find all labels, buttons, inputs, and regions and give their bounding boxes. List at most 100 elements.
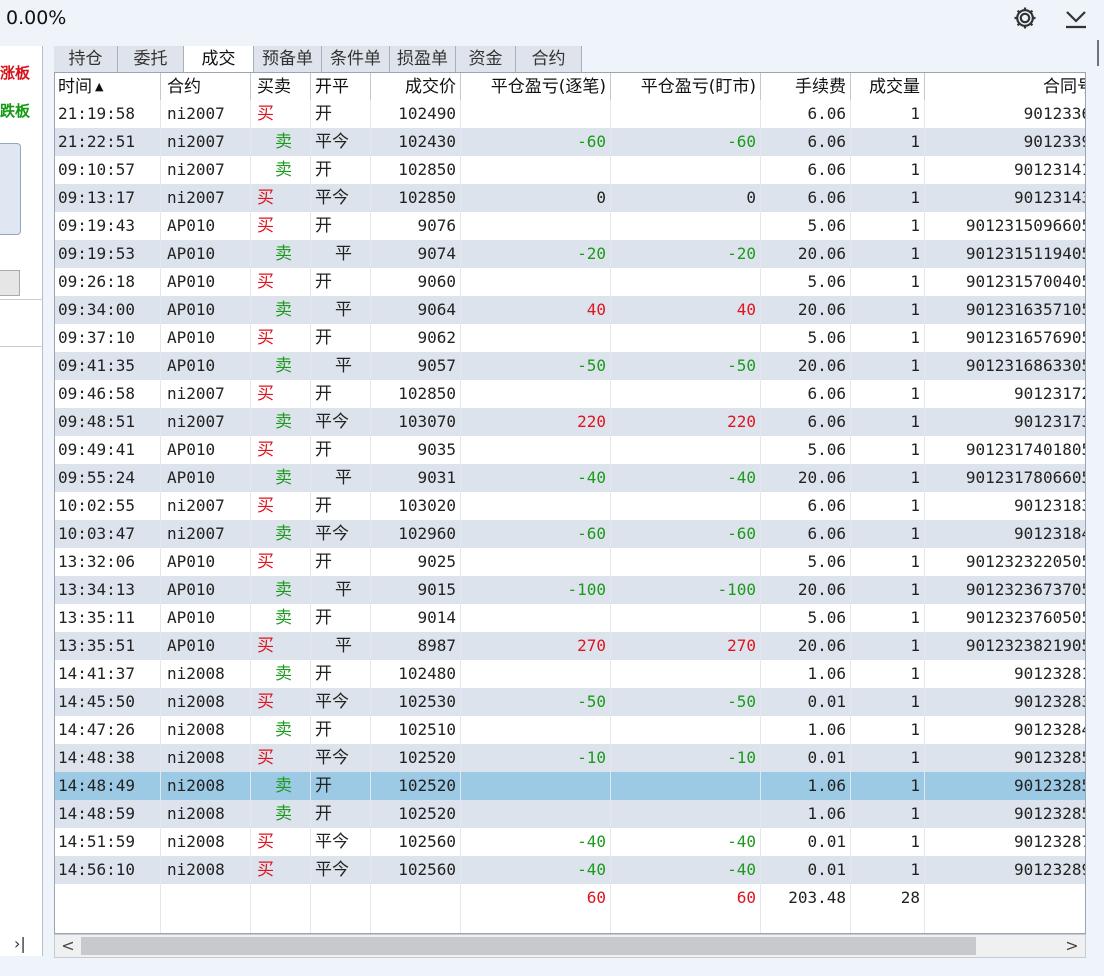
tab-6[interactable]: 资金	[456, 46, 516, 72]
table-row[interactable]: 21:22:51 ni2007 卖平今 102430 -60 -60 6.06 1 901233…	[55, 128, 1085, 156]
tab-bar: 持仓 委托 成交 预备单 条件单 损盈单 资金 合约	[54, 46, 1100, 72]
table-row[interactable]: 09:46:58ni2007买开102850 6.06190123172268	[55, 380, 1085, 408]
gear-icon[interactable]	[1012, 5, 1038, 31]
cell-order-id: 90123283725	[925, 688, 1085, 716]
left-panel: 涨板 跌板	[0, 46, 43, 956]
table-row[interactable]: 13:35:11AP010卖开9014 5.0619012323760505220	[55, 604, 1085, 632]
cell-volume: 1	[851, 464, 925, 492]
cell-pnl-trade	[461, 800, 611, 828]
tab-5[interactable]: 损盈单	[390, 46, 456, 72]
cell-offset: 平今	[311, 828, 371, 856]
table-row[interactable]: 10:03:47 ni2007 卖平今 102960 -60 -60 6.06 1 901231…	[55, 520, 1085, 548]
table-row[interactable]: 21:19:58ni2007买开102490 6.0619012336067	[55, 100, 1085, 128]
table-row[interactable]: 14:51:59 ni2008 买平今 102560 -40 -40 0.01 1 901232…	[55, 828, 1085, 856]
cell-fee: 5.06	[761, 324, 851, 352]
table-row[interactable]: 09:10:57ni2007卖开102850 6.06190123141369	[55, 156, 1085, 184]
cell-volume: 1	[851, 184, 925, 212]
column-header-2[interactable]: 买卖	[251, 73, 311, 100]
cell-volume: 1	[851, 548, 925, 576]
cell-pnl-mark	[611, 324, 761, 352]
cell-time	[55, 884, 161, 912]
table-row[interactable]: 10:02:55ni2007买开103020 6.06190123183562	[55, 492, 1085, 520]
column-header-label: 平仓盈亏(盯市)	[640, 77, 756, 97]
column-header-1[interactable]: 合约	[161, 73, 251, 100]
cell-price: 9015	[371, 576, 461, 604]
column-header-label: 成交量	[869, 77, 920, 97]
cell-offset: 开	[311, 716, 371, 744]
tab-3[interactable]: 预备单	[254, 46, 322, 72]
cell-time: 14:41:37	[55, 660, 161, 688]
table-row[interactable]: 14:48:59ni2008卖开102520 1.06190123285515	[55, 800, 1085, 828]
table-row[interactable]: 14:41:37ni2008卖开102480 1.06190123281111	[55, 660, 1085, 688]
table-row[interactable]: 09:19:53 AP010 卖平 9074 -20 -20 20.06 1 901231511…	[55, 240, 1085, 268]
column-header-8[interactable]: 成交量	[851, 73, 925, 100]
empty-cell	[851, 912, 925, 933]
scroll-right-icon[interactable]: >	[1062, 935, 1082, 957]
cell-direction: 卖	[251, 772, 311, 800]
table-row[interactable]: 09:41:35 AP010 卖平 9057 -50 -50 20.06 1 901231686…	[55, 352, 1085, 380]
cell-pnl-mark: -50	[611, 352, 761, 380]
panel-button[interactable]	[0, 270, 20, 296]
cell-pnl-trade: 40	[461, 296, 611, 324]
cell-contract: ni2008	[161, 856, 251, 884]
column-header-4[interactable]: 成交价	[371, 73, 461, 100]
order-panel-box[interactable]	[0, 143, 21, 235]
cell-pnl-trade	[461, 436, 611, 464]
table-row[interactable]: 14:47:26ni2008卖开102510 1.06190123284281	[55, 716, 1085, 744]
column-header-6[interactable]: 平仓盈亏(盯市)	[611, 73, 761, 100]
cell-volume: 1	[851, 128, 925, 156]
cell-order-id: 90123285515	[925, 800, 1085, 828]
table-row[interactable]: 09:13:17ni2007买平今102850006.0619012314396…	[55, 184, 1085, 212]
cell-contract: ni2007	[161, 408, 251, 436]
tab-0[interactable]: 持仓	[54, 46, 118, 72]
cell-fee: 1.06	[761, 772, 851, 800]
table-row[interactable]: 09:19:43AP010买开9076 5.0619012315096605220	[55, 212, 1085, 240]
table-row[interactable]: 14:48:49ni2008卖开102520 1.06190123285478	[55, 772, 1085, 800]
tab-7[interactable]: 合约	[516, 46, 582, 72]
column-header-label: 合同号	[1043, 77, 1085, 97]
table-row[interactable]: 09:26:18AP010买开9060 5.0619012315700405220	[55, 268, 1085, 296]
tab-4[interactable]: 条件单	[322, 46, 390, 72]
cell-contract: AP010	[161, 268, 251, 296]
column-header-0[interactable]: 时间 ▲	[55, 73, 161, 100]
cell-time: 14:48:38	[55, 744, 161, 772]
table-row[interactable]: 13:34:13 AP010 卖平 9015 -100 -100 20.06 1 9012323…	[55, 576, 1085, 604]
table-row[interactable]: 09:48:51 ni2007 卖平今 103070 220 220 6.06 1 901231…	[55, 408, 1085, 436]
column-header-5[interactable]: 平仓盈亏(逐笔)	[461, 73, 611, 100]
column-header-label: 合约	[167, 77, 201, 97]
cell-pnl-trade: 60	[461, 884, 611, 912]
expand-panel-icon[interactable]: ›|	[14, 934, 26, 953]
cell-price: 9064	[371, 296, 461, 324]
table-row[interactable]: 14:48:38 ni2008 买平今 102520 -10 -10 0.01 1 901232…	[55, 744, 1085, 772]
scroll-left-icon[interactable]: <	[58, 935, 78, 957]
column-header-3[interactable]: 开平	[311, 73, 371, 100]
cell-pnl-trade	[461, 156, 611, 184]
cell-time: 09:49:41	[55, 436, 161, 464]
table-row[interactable]: 13:32:06AP010买开9025 5.0619012323220505220	[55, 548, 1085, 576]
table-row[interactable]: 09:55:24 AP010 卖平 9031 -40 -40 20.06 1 901231780…	[55, 464, 1085, 492]
cell-fee: 6.06	[761, 380, 851, 408]
cell-offset: 开	[311, 772, 371, 800]
cell-offset: 开	[311, 548, 371, 576]
cell-order-id: 9012339558	[925, 128, 1085, 156]
table-row[interactable]: 14:56:10 ni2008 买平今 102560 -40 -40 0.01 1 901232…	[55, 856, 1085, 884]
table-row[interactable]: 09:49:41AP010买开9035 5.0619012317401805220	[55, 436, 1085, 464]
table-row[interactable]: 13:35:51 AP010 买平 8987 270 270 20.06 1 901232382…	[55, 632, 1085, 660]
tab-1[interactable]: 委托	[118, 46, 184, 72]
download-icon[interactable]	[1064, 8, 1088, 30]
table-row[interactable]: 14:45:50 ni2008 买平今 102530 -50 -50 0.01 1 901232…	[55, 688, 1085, 716]
cell-price: 103020	[371, 492, 461, 520]
cell-volume: 1	[851, 660, 925, 688]
table-row[interactable]: 09:37:10AP010买开9062 5.0619012316576905220	[55, 324, 1085, 352]
cell-fee: 20.06	[761, 464, 851, 492]
scroll-thumb[interactable]	[81, 937, 976, 955]
cell-pnl-mark	[611, 716, 761, 744]
horizontal-scrollbar[interactable]: < >	[54, 934, 1086, 958]
column-header-9[interactable]: 合同号	[925, 73, 1085, 100]
cell-direction: 买	[251, 688, 311, 716]
column-header-7[interactable]: 手续费	[761, 73, 851, 100]
table-row[interactable]: 09:34:00 AP010 卖平 9064 40 40 20.06 1 90123163571…	[55, 296, 1085, 324]
cell-time: 13:35:51	[55, 632, 161, 660]
tab-2[interactable]: 成交	[184, 46, 254, 72]
cell-offset: 开	[311, 604, 371, 632]
